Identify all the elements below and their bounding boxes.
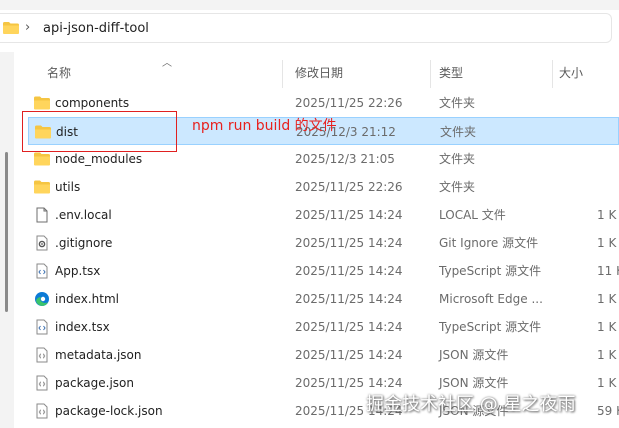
file-name[interactable]: index.html xyxy=(55,285,119,313)
gear-file-icon xyxy=(34,235,50,251)
column-modified-header[interactable]: 修改日期 xyxy=(295,64,343,81)
table-row[interactable]: metadata.json 2025/11/25 14:24 JSON 源文件 1 K xyxy=(28,341,619,369)
navigation-pane xyxy=(0,52,14,428)
annotation-highlight-box xyxy=(22,111,177,152)
file-name[interactable]: utils xyxy=(55,173,80,201)
file-modified: 2025/11/25 14:24 xyxy=(295,208,403,222)
file-name[interactable]: package-lock.json xyxy=(55,397,163,425)
file-type: Microsoft Edge ... xyxy=(439,292,543,306)
json-file-icon xyxy=(34,375,50,391)
column-name-header[interactable]: 名称 xyxy=(47,64,71,81)
file-modified: 2025/11/25 14:24 xyxy=(295,348,403,362)
file-name[interactable]: package.json xyxy=(55,369,134,397)
file-size: 1 K xyxy=(597,376,617,390)
table-row[interactable]: index.tsx 2025/11/25 14:24 TypeScript 源文件 1… xyxy=(28,313,619,341)
file-type: 文件夹 xyxy=(439,152,476,166)
file-type: JSON 源文件 xyxy=(439,348,509,362)
file-type: TypeScript 源文件 xyxy=(439,320,542,334)
table-row[interactable]: App.tsx 2025/11/25 14:24 TypeScript 源文件 11 … xyxy=(28,257,619,285)
file-size: 1 K xyxy=(597,208,617,222)
code-file-icon xyxy=(34,319,50,335)
table-row[interactable]: index.html 2025/11/25 14:24 Microsoft Edge… xyxy=(28,285,619,313)
file-icon xyxy=(34,207,50,223)
folder-icon xyxy=(3,22,19,34)
folder-icon xyxy=(34,95,50,111)
file-name[interactable]: metadata.json xyxy=(55,341,142,369)
nav-scrollbar[interactable] xyxy=(5,152,8,312)
edge-icon xyxy=(34,291,50,307)
address-bar[interactable]: › api-json-diff-tool xyxy=(0,10,619,48)
file-type: 文件夹 xyxy=(439,96,476,110)
folder-icon xyxy=(34,151,50,167)
json-file-icon xyxy=(34,403,50,419)
file-modified: 2025/11/25 14:24 xyxy=(295,320,403,334)
file-size: 1 K xyxy=(597,292,617,306)
table-row[interactable]: .gitignore 2025/11/25 14:24 Git Ignore 源文件… xyxy=(28,229,619,257)
file-type: 文件夹 xyxy=(439,180,476,194)
table-row[interactable]: utils 2025/11/25 22:26 文件夹 xyxy=(28,173,619,201)
column-divider[interactable] xyxy=(430,60,431,88)
annotation-text: npm run build 的文件 xyxy=(192,118,337,134)
file-size: 59 K xyxy=(597,404,619,418)
file-name[interactable]: .env.local xyxy=(55,201,112,229)
title-strip xyxy=(0,0,619,10)
json-file-icon xyxy=(34,347,50,363)
watermark: 掘金技术社区 @ 星之夜雨 xyxy=(366,394,576,415)
column-type-header[interactable]: 类型 xyxy=(439,64,463,81)
column-header: ︿ 名称 修改日期 类型 大小 xyxy=(14,52,619,92)
file-modified: 2025/11/25 14:24 xyxy=(295,292,403,306)
file-type: LOCAL 文件 xyxy=(439,208,506,222)
file-modified: 2025/11/25 22:26 xyxy=(295,96,403,110)
file-type: Git Ignore 源文件 xyxy=(439,236,539,250)
file-size: 11 K xyxy=(597,264,619,278)
file-name[interactable]: index.tsx xyxy=(55,313,110,341)
table-row[interactable]: .env.local 2025/11/25 14:24 LOCAL 文件 1 K xyxy=(28,201,619,229)
chevron-right-icon[interactable]: › xyxy=(25,20,30,35)
column-divider[interactable] xyxy=(552,60,553,88)
file-modified: 2025/11/25 14:24 xyxy=(295,236,403,250)
file-name[interactable]: .gitignore xyxy=(55,229,112,257)
column-size-header[interactable]: 大小 xyxy=(559,64,583,81)
file-size: 1 K xyxy=(597,320,617,334)
file-name[interactable]: App.tsx xyxy=(55,257,100,285)
file-modified: 2025/11/25 14:24 xyxy=(295,264,403,278)
file-type: TypeScript 源文件 xyxy=(439,264,542,278)
column-divider[interactable] xyxy=(282,60,283,88)
file-modified: 2025/11/25 22:26 xyxy=(295,180,403,194)
folder-icon xyxy=(34,179,50,195)
code-file-icon xyxy=(34,263,50,279)
sort-ascending-icon: ︿ xyxy=(162,58,172,69)
file-modified: 2025/12/3 21:05 xyxy=(295,152,395,166)
file-type: 文件夹 xyxy=(440,125,477,139)
breadcrumb-current[interactable]: api-json-diff-tool xyxy=(43,21,149,36)
file-size: 1 K xyxy=(597,348,617,362)
file-size: 1 K xyxy=(597,236,617,250)
